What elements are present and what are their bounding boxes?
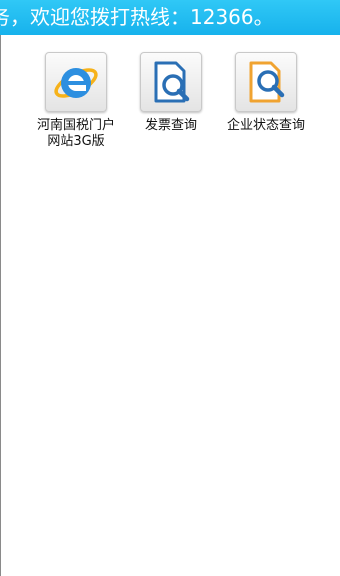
app-label: 河南国税门户网站3G版 (36, 118, 115, 149)
app-label: 企业状态查询 (226, 118, 305, 133)
app-label: 发票查询 (144, 118, 197, 133)
enterprise-search-icon (235, 52, 297, 112)
app-tile-invoice-query[interactable]: 发票查询 (124, 52, 218, 134)
app-tile-enterprise-status[interactable]: 企业状态查询 (219, 52, 313, 134)
app-tile-henan-tax-portal[interactable]: 河南国税门户网站3G版 (29, 52, 123, 150)
invoice-search-icon (140, 52, 202, 112)
app-grid: 河南国税门户网站3G版 发票查询 企业状态查询 (0, 0, 340, 576)
ie-browser-icon (45, 52, 107, 112)
